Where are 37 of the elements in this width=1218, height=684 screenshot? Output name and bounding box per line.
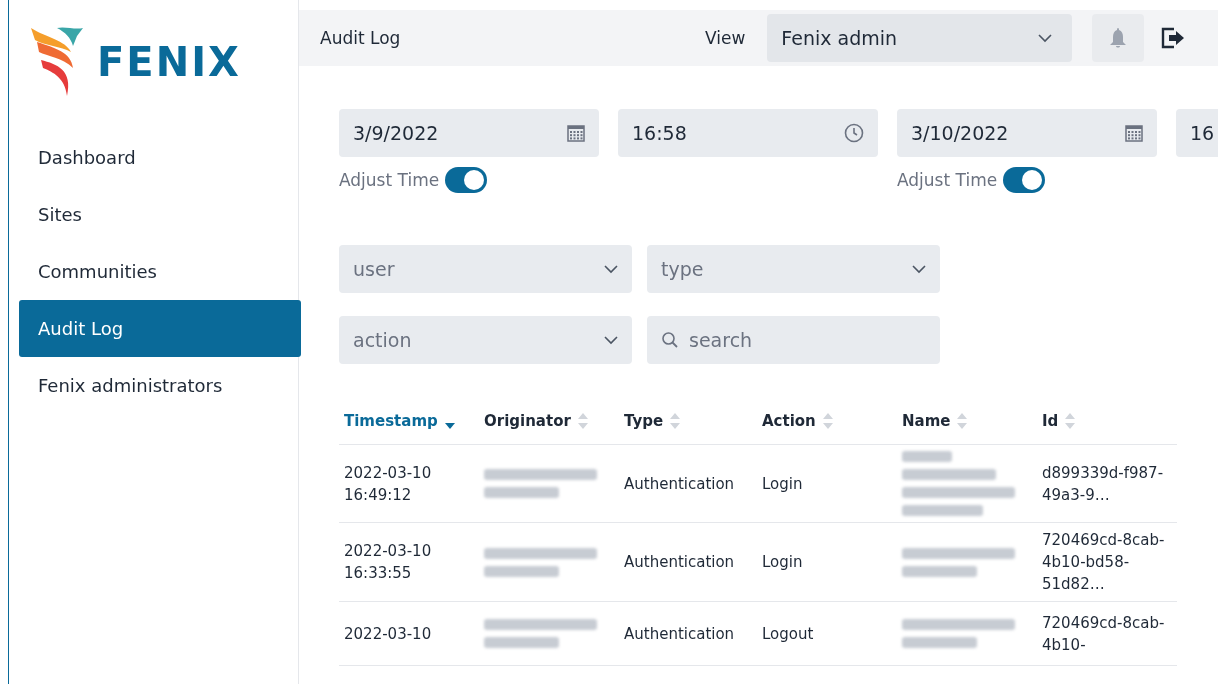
view-dropdown[interactable]: Fenix admin (767, 14, 1073, 62)
table-cell: Logout (762, 624, 814, 643)
table-cell-text: 2022-03-10 16:33:55 (344, 541, 433, 584)
filter-field[interactable]: search (647, 316, 940, 364)
adjust-time-label: Adjust Time (339, 170, 440, 190)
table-cell: Authentication (624, 624, 735, 643)
column-header[interactable]: Action (762, 412, 833, 430)
filter-field[interactable]: user (339, 245, 632, 293)
filter-field[interactable]: type (647, 245, 940, 293)
table-cell: Login (762, 553, 803, 571)
view-label: View (705, 28, 746, 48)
logo-text: FENIX (97, 39, 241, 85)
sidebar-item[interactable]: Fenix administrators (19, 357, 301, 414)
table-cell-text: 2022-03-10 (344, 623, 433, 645)
table-cell-text: 720469cd-8cab-4b10- (1042, 612, 1166, 656)
column-header[interactable]: Name (902, 412, 968, 430)
adjust-time-label: Adjust Time (897, 170, 998, 190)
sidebar-item[interactable]: Sites (19, 186, 301, 243)
date-field[interactable]: 3/10/2022 (897, 109, 1157, 157)
date-field[interactable]: 16:58 (618, 109, 878, 157)
table-cell-text: 720469cd-8cab-4b10-bd58-51d82… (1042, 530, 1166, 595)
sidebar-item[interactable]: Communities (19, 243, 301, 300)
column-header[interactable]: Timestamp (344, 412, 455, 430)
page-title: Audit Log (320, 28, 402, 48)
sidebar-item[interactable]: Dashboard (19, 129, 301, 186)
column-header[interactable]: Originator (484, 412, 588, 430)
filter-field[interactable]: action (339, 316, 632, 364)
date-field[interactable]: 16 (1176, 109, 1218, 157)
table-cell: Authentication (624, 553, 735, 571)
table-cell: Authentication (624, 474, 735, 493)
table-cell: Login (762, 474, 803, 493)
sidebar-item[interactable]: Audit Log (19, 300, 301, 357)
column-header[interactable]: Type (624, 412, 681, 430)
table-cell-text: 2022-03-10 16:49:12 (344, 462, 433, 506)
date-field[interactable]: 3/9/2022 (339, 109, 599, 157)
table-cell-text: d899339d-f987-49a3-9… (1042, 462, 1165, 506)
column-header[interactable]: Id (1042, 412, 1076, 430)
